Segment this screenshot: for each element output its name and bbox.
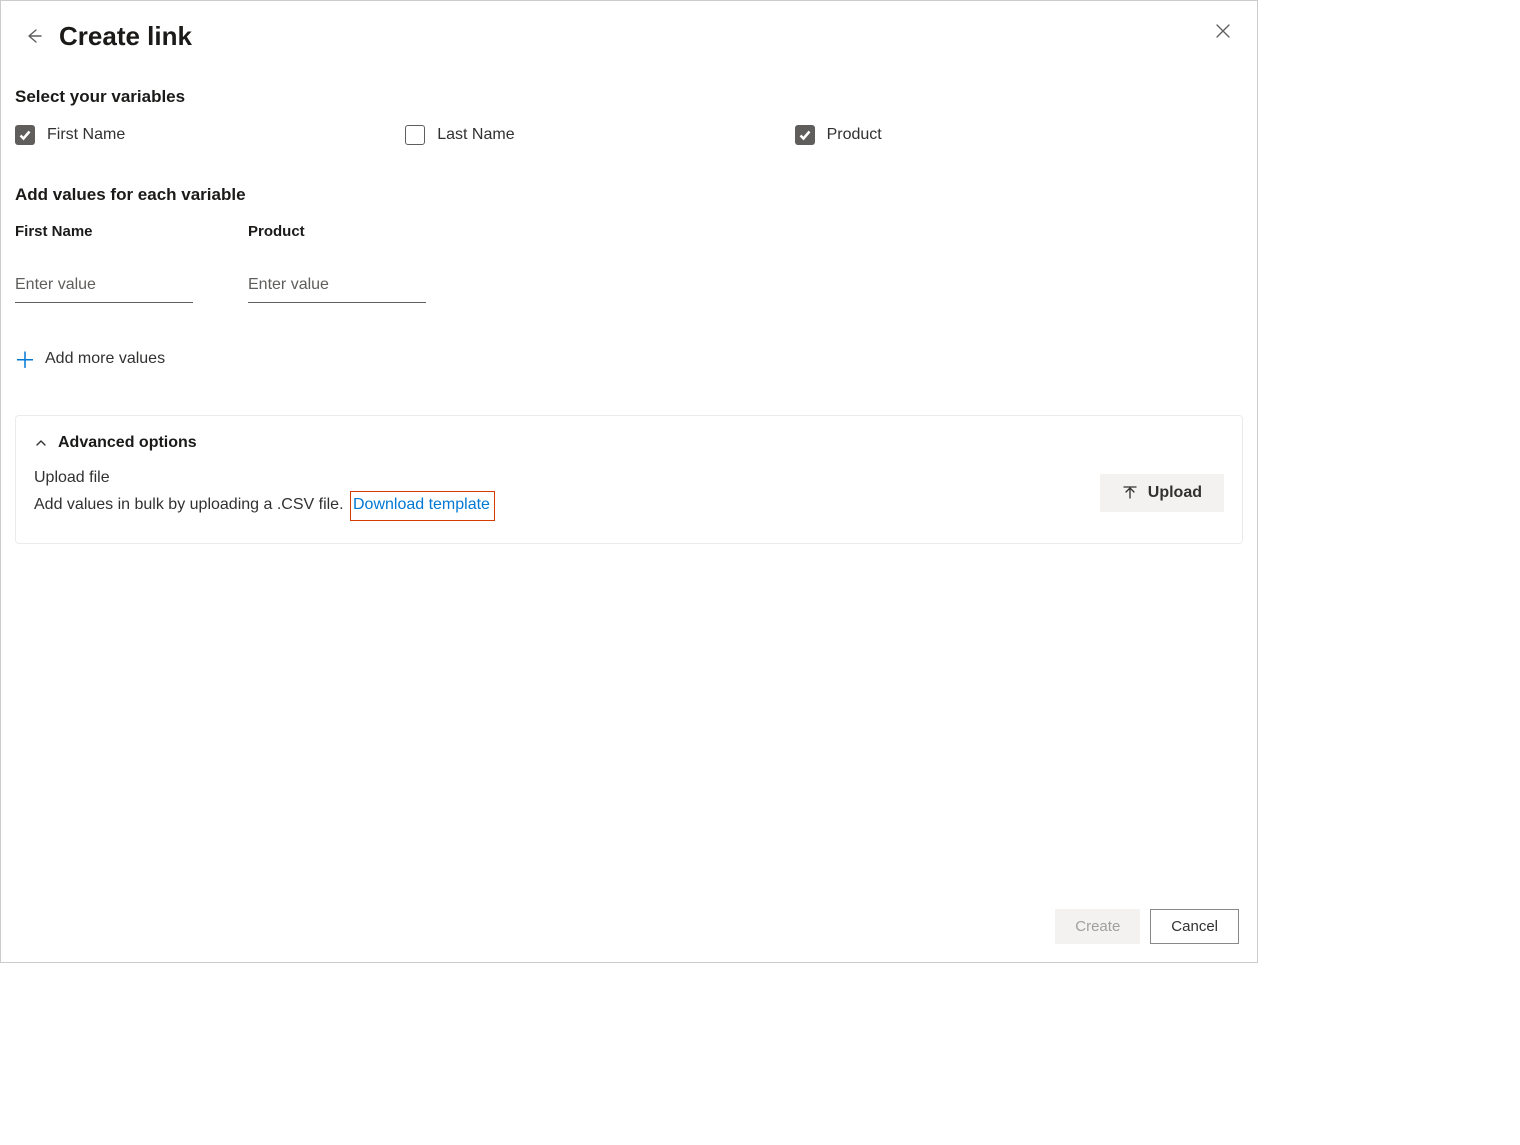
back-arrow-icon xyxy=(24,26,44,46)
chevron-up-icon xyxy=(34,436,48,450)
select-variables-heading: Select your variables xyxy=(15,87,1243,107)
checkbox-box xyxy=(15,125,35,145)
content: Select your variables First Name Last Na… xyxy=(1,69,1257,962)
advanced-options-card: Advanced options Upload file Add values … xyxy=(15,415,1243,544)
back-button[interactable] xyxy=(17,19,51,53)
variables-checkbox-row: First Name Last Name Product xyxy=(15,125,1243,145)
first-name-input[interactable] xyxy=(15,270,193,303)
values-inputs-row: First Name Product xyxy=(15,223,1243,303)
value-column-product: Product xyxy=(248,223,426,303)
value-column-first-name: First Name xyxy=(15,223,193,303)
advanced-options-toggle[interactable]: Advanced options xyxy=(34,434,197,452)
advanced-options-title: Advanced options xyxy=(58,434,197,452)
create-button[interactable]: Create xyxy=(1055,909,1140,944)
upload-file-subtitle: Upload file xyxy=(34,466,495,491)
checkmark-icon xyxy=(18,128,32,142)
checkmark-icon xyxy=(798,128,812,142)
upload-icon xyxy=(1122,485,1138,501)
add-more-label: Add more values xyxy=(45,350,165,368)
checkbox-box xyxy=(795,125,815,145)
advanced-text: Upload file Add values in bulk by upload… xyxy=(34,466,495,521)
checkbox-label: Last Name xyxy=(437,126,514,144)
download-template-highlight: Download template xyxy=(350,491,495,521)
value-column-label: Product xyxy=(248,223,426,240)
create-link-panel: Create link Select your variables First … xyxy=(0,0,1258,963)
checkbox-first-name[interactable]: First Name xyxy=(15,125,125,145)
checkbox-product[interactable]: Product xyxy=(795,125,882,145)
close-button[interactable] xyxy=(1207,15,1239,47)
add-values-heading: Add values for each variable xyxy=(15,185,1243,205)
plus-icon: ＋ xyxy=(15,343,35,375)
checkbox-label: First Name xyxy=(47,126,125,144)
upload-file-desc: Add values in bulk by uploading a .CSV f… xyxy=(34,496,344,513)
add-more-values-button[interactable]: ＋ Add more values xyxy=(15,343,165,375)
cancel-button[interactable]: Cancel xyxy=(1150,909,1239,944)
checkbox-last-name[interactable]: Last Name xyxy=(405,125,514,145)
checkbox-box xyxy=(405,125,425,145)
close-icon xyxy=(1215,23,1231,39)
header: Create link xyxy=(1,1,1257,69)
upload-button-label: Upload xyxy=(1148,484,1202,502)
download-template-link[interactable]: Download template xyxy=(353,496,490,513)
page-title: Create link xyxy=(59,21,192,52)
advanced-body: Upload file Add values in bulk by upload… xyxy=(34,466,1224,521)
footer-buttons: Create Cancel xyxy=(1055,909,1239,944)
checkbox-label: Product xyxy=(827,126,882,144)
value-column-label: First Name xyxy=(15,223,193,240)
product-input[interactable] xyxy=(248,270,426,303)
upload-button[interactable]: Upload xyxy=(1100,474,1224,512)
